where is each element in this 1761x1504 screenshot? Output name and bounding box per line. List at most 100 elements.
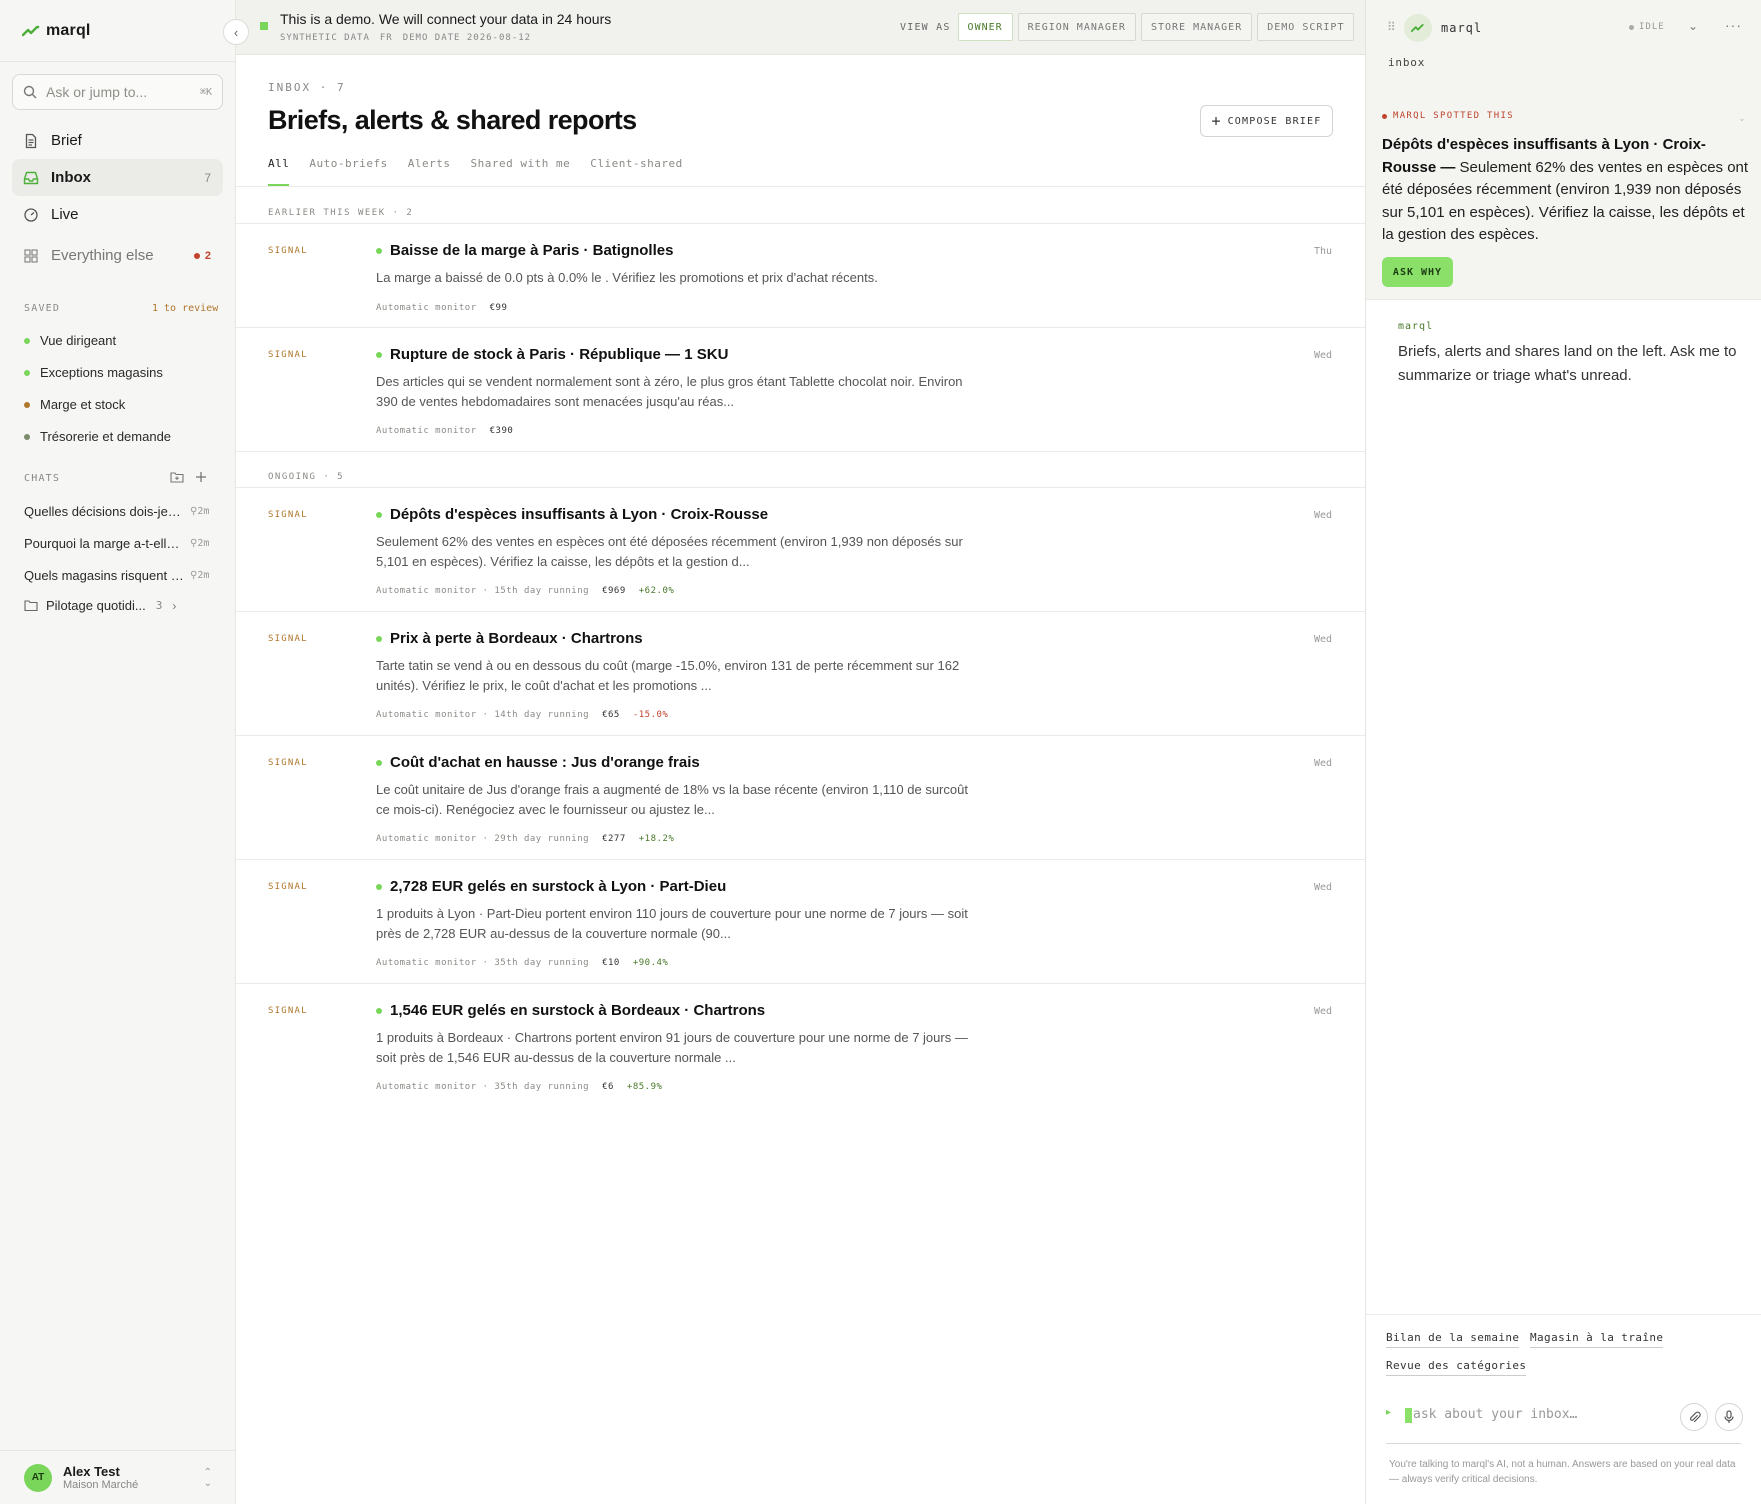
row-title-text: 1,546 EUR gelés en surstock à Bordeaux ·…: [390, 1002, 766, 1019]
tab-client-shared[interactable]: Client-shared: [590, 157, 683, 186]
sidebar: marql Ask or jump to... ⌘K Brief Inbox 7…: [0, 0, 236, 1504]
saved-item[interactable]: Exceptions magasins: [24, 365, 163, 380]
tab-shared-with-me[interactable]: Shared with me: [470, 157, 570, 186]
saved-dot: [24, 401, 30, 408]
demo-banner: This is a demo. We will connect your dat…: [236, 0, 1365, 55]
row-tag: SIGNAL: [268, 758, 308, 768]
saved-item[interactable]: Vue dirigeant: [24, 333, 116, 348]
row-meta: Automatic monitor €99: [376, 303, 507, 313]
plus-icon: +: [1211, 112, 1221, 130]
chat-item[interactable]: Quels magasins risquent une rupture ⚲2m: [24, 568, 219, 583]
role-region-manager-button[interactable]: REGION MANAGER: [1017, 13, 1136, 41]
inbox-row[interactable]: SIGNAL Dépôts d'espèces insuffisants à L…: [236, 488, 1365, 612]
status-badge: IDLE: [1629, 22, 1665, 32]
row-tag: SIGNAL: [268, 882, 308, 892]
search-input[interactable]: Ask or jump to... ⌘K: [12, 74, 223, 110]
row-day: Wed: [1314, 758, 1333, 769]
row-day: Wed: [1314, 882, 1333, 893]
tab-alerts[interactable]: Alerts: [408, 157, 451, 186]
demo-script-button[interactable]: DEMO SCRIPT: [1257, 13, 1355, 41]
inbox-row[interactable]: SIGNAL 2,728 EUR gelés en surstock à Lyo…: [236, 860, 1365, 984]
row-tag: SIGNAL: [268, 350, 308, 360]
role-owner-button[interactable]: OWNER: [957, 13, 1013, 41]
new-chat-icon[interactable]: [194, 470, 208, 484]
chevron-down-icon[interactable]: ⌄: [1738, 113, 1746, 124]
inbox-row[interactable]: SIGNAL Prix à perte à Bordeaux · Chartro…: [236, 612, 1365, 736]
row-day: Wed: [1314, 634, 1333, 645]
user-menu[interactable]: AT Alex Test Maison Marché ⌃ ⌄: [0, 1450, 236, 1504]
suggestion-chip[interactable]: Bilan de la semaine: [1386, 1331, 1520, 1348]
row-body: Seulement 62% des ventes en espèces ont …: [376, 534, 963, 569]
banner-title: This is a demo. We will connect your dat…: [280, 11, 612, 27]
nav-item-brief[interactable]: Brief: [12, 122, 223, 159]
demo-indicator: [260, 22, 268, 30]
banner-meta-item: DEMO DATE 2026-08-12: [402, 33, 532, 43]
chevron-down-icon[interactable]: ⌄: [1688, 19, 1698, 33]
nav-item-everything-else[interactable]: Everything else 2: [12, 237, 223, 274]
attach-button[interactable]: [1680, 1403, 1708, 1431]
row-meta: Automatic monitor · 15th day running €96…: [376, 586, 674, 596]
chat-time-value: 2m: [197, 570, 210, 581]
chat-input[interactable]: [1413, 1404, 1663, 1424]
row-tag: SIGNAL: [268, 1006, 308, 1016]
main-nav: Brief Inbox 7 Live Everything else 2: [12, 122, 223, 274]
suggestion-chip[interactable]: Revue des catégories: [1386, 1359, 1527, 1376]
row-tag: SIGNAL: [268, 246, 308, 256]
nav-label: Inbox: [51, 169, 91, 186]
document-icon: [25, 133, 37, 148]
saved-review-link[interactable]: 1 to review: [152, 303, 218, 314]
row-delta: +18.2%: [638, 834, 675, 844]
tab-all[interactable]: All: [268, 157, 290, 186]
collapse-sidebar-button[interactable]: ‹: [223, 19, 249, 45]
more-icon[interactable]: ···: [1725, 17, 1742, 33]
saved-item[interactable]: Trésorerie et demande: [24, 429, 171, 444]
logo[interactable]: marql: [0, 0, 235, 62]
new-folder-icon[interactable]: [170, 470, 184, 484]
saved-item[interactable]: Marge et stock: [24, 397, 125, 412]
tab-auto-briefs[interactable]: Auto-briefs: [309, 157, 387, 186]
nav-item-live[interactable]: Live: [12, 196, 223, 233]
inbox-tabs: All Auto-briefs Alerts Shared with me Cl…: [268, 157, 683, 186]
chat-time: ⚲2m: [190, 570, 210, 581]
row-title: Rupture de stock à Paris · République — …: [376, 346, 728, 363]
inbox-row[interactable]: SIGNAL Baisse de la marge à Paris · Bati…: [236, 224, 1365, 328]
inbox-row[interactable]: SIGNAL Coût d'achat en hausse : Jus d'or…: [236, 736, 1365, 860]
alert-count-badge: 2: [194, 250, 211, 262]
ask-why-button[interactable]: ASK WHY: [1382, 257, 1453, 287]
chat-time-value: 2m: [197, 538, 210, 549]
chat-item[interactable]: Quelles décisions dois-je prendre ⚲2m: [24, 504, 219, 519]
row-source: Automatic monitor · 14th day running: [376, 710, 590, 720]
spotted-text: Dépôts d'espèces insuffisants à Lyon · C…: [1382, 134, 1752, 247]
compose-brief-button[interactable]: + COMPOSE BRIEF: [1200, 105, 1333, 137]
assistant-avatar: [1404, 14, 1432, 42]
message-author: marql: [1398, 321, 1434, 332]
assistant-panel: ⠿ marql IDLE ⌄ ··· inbox MARQL SPOTTED T…: [1365, 0, 1761, 1504]
message-text: Briefs, alerts and shares land on the le…: [1398, 343, 1737, 384]
chat-label: Quels magasins risquent une rupture: [24, 568, 184, 583]
row-body: Des articles qui se vendent normalement …: [376, 374, 963, 409]
nav-item-inbox[interactable]: Inbox 7: [12, 159, 223, 196]
chat-folder[interactable]: Pilotage quotidi... 3 ›: [24, 598, 176, 613]
search-shortcut: ⌘K: [199, 86, 212, 98]
user-org: Maison Marché: [63, 1479, 139, 1491]
inbox-row[interactable]: SIGNAL 1,546 EUR gelés en surstock à Bor…: [236, 984, 1365, 1108]
row-day: Wed: [1314, 510, 1333, 521]
row-title-text: Rupture de stock à Paris · République — …: [390, 346, 729, 363]
paperclip-icon: [1689, 1411, 1701, 1422]
role-store-manager-button[interactable]: STORE MANAGER: [1140, 13, 1253, 41]
saved-dot: [24, 369, 30, 376]
prompt-caret-icon: ▸: [1386, 1407, 1392, 1418]
voice-input-button[interactable]: [1715, 1403, 1743, 1431]
row-source: Automatic monitor · 35th day running: [376, 1082, 590, 1092]
logo-mark-icon: [22, 25, 40, 36]
drag-handle-icon[interactable]: ⠿: [1387, 20, 1396, 34]
row-meta: Automatic monitor · 29th day running €27…: [376, 834, 674, 844]
text-cursor: [1405, 1408, 1412, 1423]
chat-item[interactable]: Pourquoi la marge a-t-elle baissé ⚲2m: [24, 536, 219, 551]
search-placeholder: Ask or jump to...: [46, 84, 148, 100]
inbox-row[interactable]: SIGNAL Rupture de stock à Paris · Républ…: [236, 328, 1365, 452]
row-title: Baisse de la marge à Paris · Batignolles: [376, 242, 673, 259]
suggestion-chip[interactable]: Magasin à la traîne: [1530, 1331, 1664, 1348]
row-title: Prix à perte à Bordeaux · Chartrons: [376, 630, 643, 647]
row-source: Automatic monitor · 35th day running: [376, 958, 590, 968]
